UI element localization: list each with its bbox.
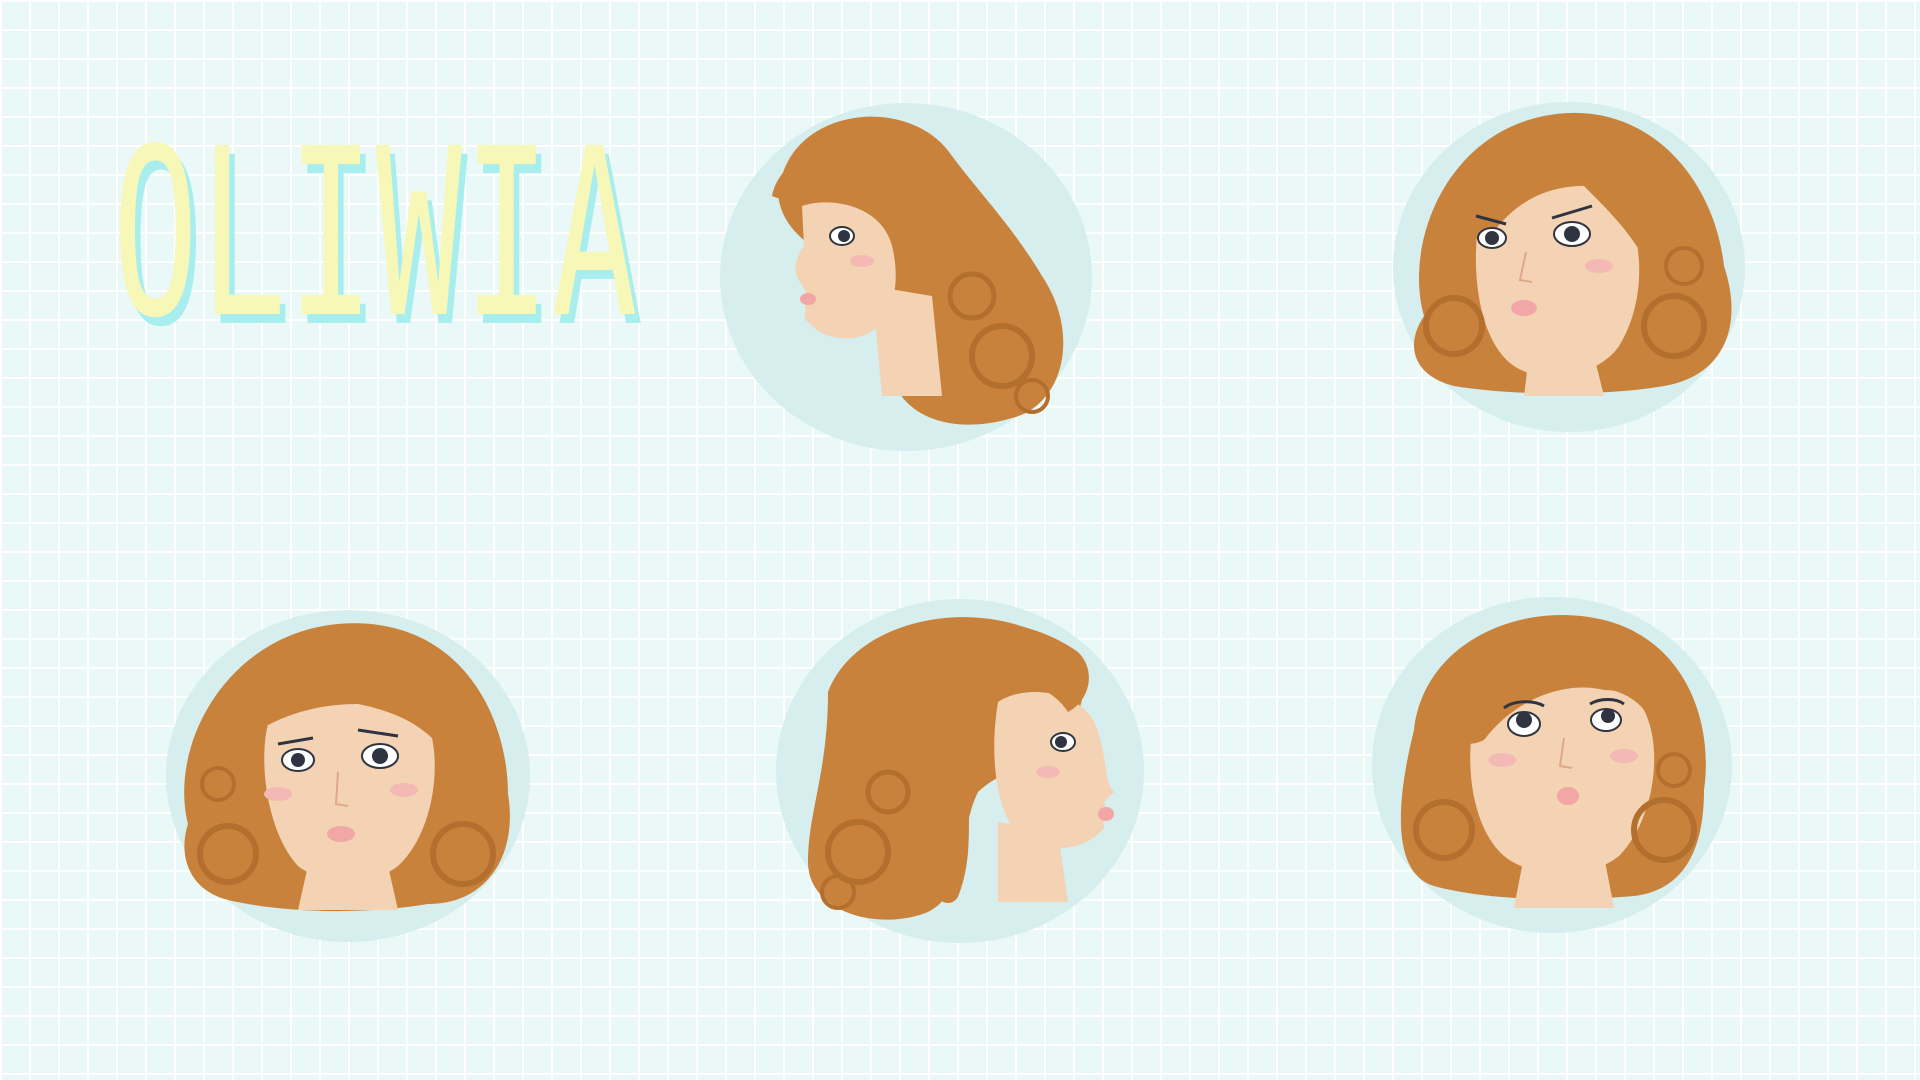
portrait-profile-right [768,592,1152,950]
portrait-looking-up [1364,590,1740,940]
portrait-looking-up-icon [1372,597,1732,933]
portrait-profile-left [712,96,1100,458]
portrait-profile-left-icon [720,103,1092,451]
portrait-front-frown [158,604,538,948]
portrait-profile-right-icon [776,599,1144,943]
portrait-three-quarter-angry [1384,96,1754,438]
character-name-title: OLIWIA [112,99,640,369]
portrait-three-quarter-angry-icon [1393,102,1745,432]
portrait-front-frown-icon [166,610,530,942]
